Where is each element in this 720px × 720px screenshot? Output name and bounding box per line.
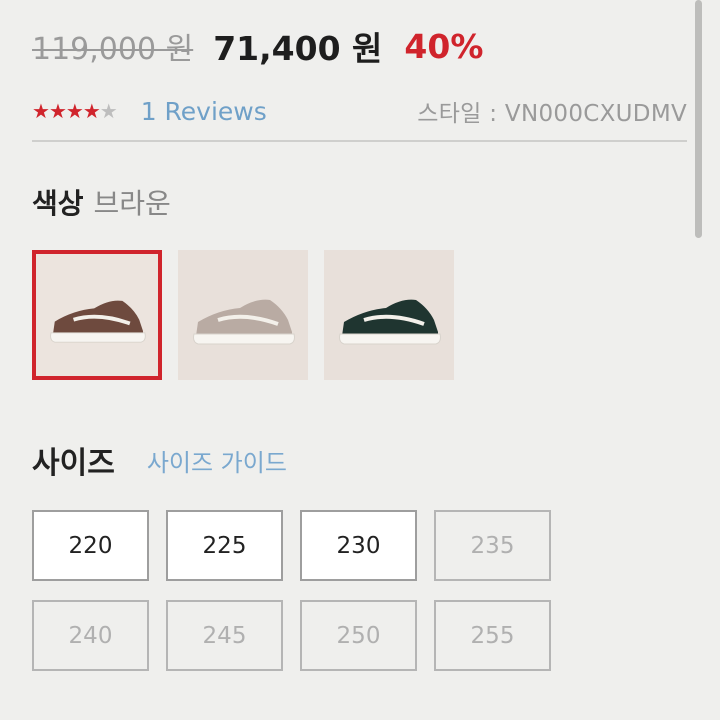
selected-color-name: 브라운 — [93, 187, 171, 220]
sale-price: 71,400 원 — [213, 29, 383, 68]
size-label: 사이즈 — [32, 446, 115, 481]
sneaker-image — [50, 300, 146, 343]
scrollbar[interactable] — [695, 0, 702, 238]
rating-stars: ★ ★ ★ ★ ★ — [32, 99, 118, 123]
color-label: 색상 — [32, 187, 84, 220]
star-filled-icon: ★ — [82, 99, 101, 123]
discount-rate: 40% — [404, 26, 484, 66]
star-filled-icon: ★ — [32, 99, 50, 123]
size-heading: 사이즈 사이즈 가이드 — [32, 438, 287, 482]
size-option-235[interactable]: 235 — [434, 510, 551, 581]
divider — [32, 140, 687, 142]
star-filled-icon: ★ — [65, 99, 84, 123]
star-empty-icon: ★ — [99, 99, 118, 123]
color-swatch-beige[interactable] — [178, 250, 308, 380]
size-guide-link[interactable]: 사이즈 가이드 — [147, 443, 287, 478]
size-option-240[interactable]: 240 — [32, 600, 149, 671]
size-option-250[interactable]: 250 — [300, 600, 417, 671]
style-code: 스타일 : VN000CXUDMV — [417, 101, 687, 127]
size-option-220[interactable]: 220 — [32, 510, 149, 581]
size-option-230[interactable]: 230 — [300, 510, 417, 581]
reviews-link[interactable]: 1 Reviews — [141, 97, 267, 126]
sneaker-image — [193, 299, 295, 345]
sneaker-image — [339, 299, 441, 345]
price-row: 119,000 원 71,400 원 40% — [32, 22, 483, 70]
original-price: 119,000 원 — [32, 32, 194, 67]
color-heading: 색상 브라운 — [32, 182, 171, 222]
star-filled-icon: ★ — [48, 99, 67, 123]
rating-row: ★ ★ ★ ★ ★ 1 Reviews 스타일 : VN000CXUDMV — [32, 92, 687, 130]
size-option-225[interactable]: 225 — [166, 510, 283, 581]
color-swatch-dark-green[interactable] — [324, 250, 454, 380]
color-swatch-brown[interactable] — [32, 250, 162, 380]
size-option-255[interactable]: 255 — [434, 600, 551, 671]
size-option-245[interactable]: 245 — [166, 600, 283, 671]
